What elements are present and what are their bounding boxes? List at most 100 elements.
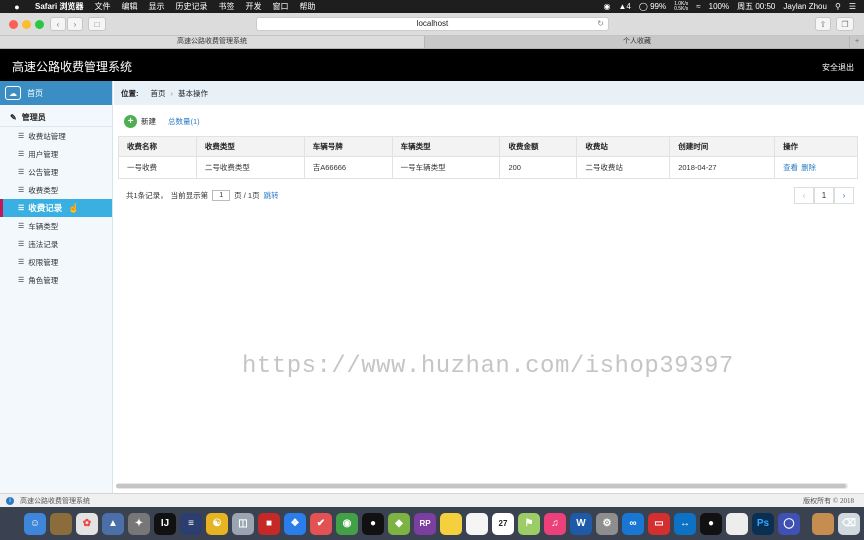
axure-rp-icon[interactable]: RP	[414, 512, 436, 535]
next-page-button[interactable]: ›	[834, 187, 854, 204]
clock[interactable]: 周五 00:50	[737, 1, 775, 12]
menu-develop[interactable]: 开发	[245, 1, 261, 12]
main-content: 位置: 首页 › 基本操作 + 新建 总数量(1) 收费名称 收费类型 车辆号牌…	[114, 81, 864, 493]
database-icon[interactable]: ◫	[232, 512, 254, 535]
sidebar-toggle-icon[interactable]: □	[88, 17, 106, 31]
sidebar-home[interactable]: ☁ 首页	[0, 81, 112, 105]
keychain-icon[interactable]: ⚑	[518, 512, 540, 535]
reload-icon[interactable]: ↻	[597, 18, 604, 30]
list-icon: ☰	[18, 259, 25, 266]
finder-icon[interactable]: ☺	[24, 512, 46, 535]
sidebar-item-users[interactable]: ☰ 用户管理	[0, 145, 112, 163]
prev-page-button[interactable]: ‹	[794, 187, 814, 204]
launchpad-icon[interactable]: ✦	[128, 512, 150, 535]
qq-icon[interactable]: ●	[362, 512, 384, 535]
cell-plate: 吉A66666	[303, 156, 393, 179]
wifi-icon[interactable]: ≈	[696, 2, 700, 11]
zoom-window-icon[interactable]	[35, 20, 44, 29]
share-icon[interactable]: ⇧	[815, 17, 831, 31]
tab-app[interactable]: 高速公路收费管理系统	[0, 36, 425, 48]
sidebar-group-label: 管理员	[21, 113, 46, 122]
photos-icon[interactable]: ✿	[76, 512, 98, 535]
teamviewer-icon[interactable]: ↔	[674, 512, 696, 535]
forward-button[interactable]: ›	[67, 17, 83, 31]
sidebar-item-vehicle-types[interactable]: ☰ 车辆类型	[0, 217, 112, 235]
back-button[interactable]: ‹	[50, 17, 66, 31]
table-row: 一号收费 二号收费类型 吉A66666 一号车辆类型 200 二号收费站 201…	[118, 156, 858, 179]
sidebar-item-label: 收费记录	[28, 203, 63, 213]
system-preferences-icon[interactable]: ⚙	[596, 512, 618, 535]
breadcrumb: 位置: 首页 › 基本操作	[114, 81, 864, 105]
sidebar-item-notices[interactable]: ☰ 公告管理	[0, 163, 112, 181]
notes-book-icon[interactable]	[50, 512, 72, 535]
page-number-input[interactable]: 1	[212, 189, 231, 201]
page-1-button[interactable]: 1	[814, 187, 834, 204]
menu-bookmarks[interactable]: 书签	[218, 1, 234, 12]
sidebar-item-fee-types[interactable]: ☰ 收费类型	[0, 181, 112, 199]
minimize-window-icon[interactable]	[22, 20, 31, 29]
notification-badge-icon[interactable]: ▲4	[619, 2, 631, 11]
browser-app-icon[interactable]: ◯	[778, 512, 800, 535]
notification-center-icon[interactable]: ☰	[849, 2, 856, 11]
menu-view[interactable]: 显示	[148, 1, 164, 12]
view-link[interactable]: 查看	[783, 163, 798, 172]
baidu-netdisk-icon[interactable]: ∞	[622, 512, 644, 535]
calendar-icon[interactable]: 27	[492, 512, 514, 535]
preview-icon[interactable]: ▲	[102, 512, 124, 535]
downloads-icon[interactable]	[812, 512, 834, 535]
tab-favorites[interactable]: 个人收藏	[425, 36, 850, 48]
sidebar-item-permissions[interactable]: ☰ 权限管理	[0, 253, 112, 271]
maps-icon[interactable]: ◆	[388, 512, 410, 535]
user-name[interactable]: Jaylan Zhou	[783, 2, 827, 11]
photoshop-icon[interactable]: Ps	[752, 512, 774, 535]
add-button[interactable]: 新建	[141, 116, 156, 127]
jump-link[interactable]: 跳转	[264, 190, 279, 201]
textedit-icon[interactable]	[466, 512, 488, 535]
trash-icon[interactable]: ⌫	[838, 512, 860, 535]
menu-file[interactable]: 文件	[94, 1, 110, 12]
sidebar-item-violations[interactable]: ☰ 违法记录	[0, 235, 112, 253]
sequel-icon[interactable]: ☯	[206, 512, 228, 535]
add-icon[interactable]: +	[124, 114, 137, 128]
close-window-icon[interactable]	[9, 20, 18, 29]
tabs-overview-icon[interactable]: ❐	[836, 17, 854, 31]
app-footer: i 高速公路收费管理系统 版权所有 © 2018	[0, 493, 864, 507]
menu-window[interactable]: 窗口	[272, 1, 288, 12]
battery-circle-icon[interactable]: ◯ 99%	[639, 2, 666, 11]
battery-level[interactable]: 100%	[709, 2, 729, 11]
footer-title: 高速公路收费管理系统	[20, 496, 90, 505]
menu-history[interactable]: 历史记录	[175, 1, 207, 12]
scrollbar-thumb[interactable]	[116, 484, 846, 488]
redis-icon[interactable]: ■	[258, 512, 280, 535]
address-bar[interactable]: localhost ↻	[256, 17, 609, 31]
wechat-dock-icon[interactable]: ◉	[336, 512, 358, 535]
music-icon[interactable]: ♫	[544, 512, 566, 535]
sidebar-item-fee-records[interactable]: ☰ 收费记录 ☝	[0, 199, 112, 217]
delete-link[interactable]: 删除	[801, 163, 816, 172]
apple-icon[interactable]: ●	[10, 2, 24, 12]
logout-link[interactable]: 安全退出	[822, 62, 854, 73]
wechat-icon[interactable]: ◉	[604, 2, 611, 11]
spotlight-icon[interactable]: ⚲	[835, 2, 841, 11]
sidebar-group-admin[interactable]: ✎ 管理员	[0, 109, 112, 127]
new-tab-button[interactable]: +	[850, 36, 864, 48]
menu-edit[interactable]: 编辑	[121, 1, 137, 12]
stickies-icon[interactable]	[440, 512, 462, 535]
eclipse-icon[interactable]: ≡	[180, 512, 202, 535]
menu-help[interactable]: 帮助	[299, 1, 315, 12]
sidebar-item-stations[interactable]: ☰ 收费站管理	[0, 127, 112, 145]
safari-icon[interactable]: ❖	[284, 512, 306, 535]
qq-dock-icon[interactable]: ●	[700, 512, 722, 535]
col-amount: 收费金额	[499, 136, 578, 157]
col-station: 收费站	[576, 136, 671, 157]
sidebar-item-roles[interactable]: ☰ 角色管理	[0, 271, 112, 289]
parallels-icon[interactable]: ▭	[648, 512, 670, 535]
intellij-icon[interactable]: IJ	[154, 512, 176, 535]
document-icon[interactable]	[726, 512, 748, 535]
breadcrumb-home[interactable]: 首页	[151, 88, 166, 99]
browser-toolbar: ‹ › □ localhost ↻ ⇧ ❐	[0, 13, 864, 36]
word-icon[interactable]: W	[570, 512, 592, 535]
screenshot-icon[interactable]: ✔	[310, 512, 332, 535]
horizontal-scrollbar[interactable]	[116, 483, 848, 489]
menu-safari[interactable]: Safari 浏览器	[35, 1, 83, 12]
